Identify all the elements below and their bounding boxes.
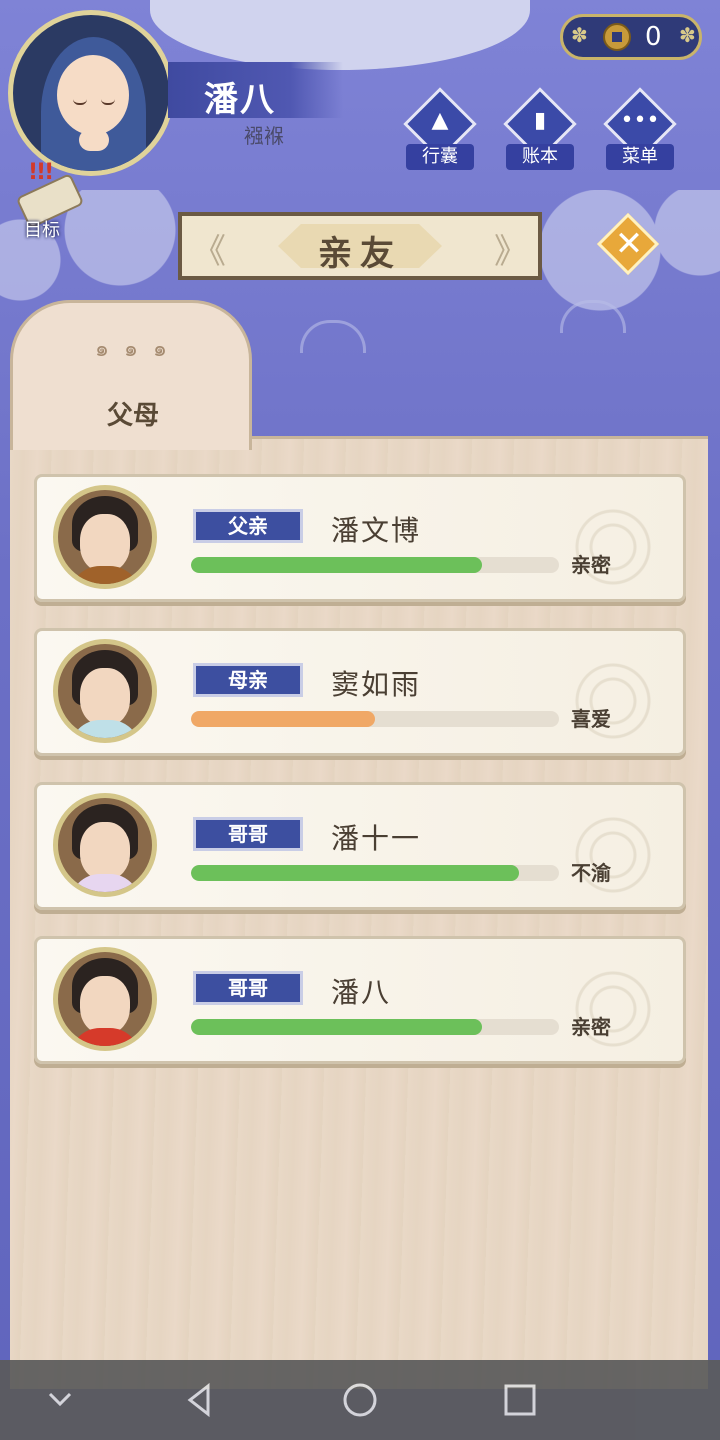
page-title: 亲友 [318, 234, 402, 274]
role-tag: 父亲 [193, 509, 303, 543]
chevron-down-icon[interactable] [40, 1380, 80, 1420]
relation-label: 亲密 [571, 553, 611, 577]
relation-label: 不渝 [571, 861, 611, 885]
goal-label: 目标 [24, 220, 60, 241]
recents-icon[interactable] [500, 1380, 540, 1420]
affinity-fill [191, 711, 375, 727]
coin-value: 0 [645, 22, 662, 52]
bag-button[interactable]: ▲ 行囊 [400, 87, 480, 174]
affinity-bar [191, 557, 559, 573]
bag-icon: ▲ [431, 108, 449, 133]
cloud-ornament-icon: ๑ ๑ ๑ [95, 337, 171, 362]
bamboo-icon: ✽ [679, 23, 696, 47]
coin-icon [603, 23, 631, 51]
bamboo-icon: ✽ [571, 23, 588, 47]
goal-button[interactable]: !!! 目标 [10, 160, 90, 241]
relative-card[interactable]: 父亲 潘文博 亲密 [34, 474, 686, 602]
affinity-bar [191, 711, 559, 727]
ledger-icon: ▮ [533, 108, 547, 133]
ledger-label: 账本 [506, 144, 574, 170]
more-icon: ••• [620, 108, 660, 133]
relative-card[interactable]: 哥哥 潘十一 不渝 [34, 782, 686, 910]
role-tag: 母亲 [193, 663, 303, 697]
relative-name: 窦如雨 [331, 668, 422, 701]
role-tag: 哥哥 [193, 817, 303, 851]
tab-label: 父母 [106, 401, 159, 431]
affinity-bar [191, 1019, 559, 1035]
affinity-fill [191, 557, 482, 573]
portrait-avatar [53, 793, 157, 897]
affinity-bar [191, 865, 559, 881]
title-banner: 《 》 亲友 [178, 212, 542, 280]
currency-display: ✽ 0 ✽ [560, 14, 702, 60]
affinity-fill [191, 865, 519, 881]
player-name: 潘八 [204, 80, 276, 120]
bag-label: 行囊 [406, 144, 474, 170]
alert-icon: !!! [28, 160, 54, 185]
tab-parents[interactable]: ๑ ๑ ๑ 父母 [10, 300, 252, 450]
close-icon: ✕ [614, 224, 644, 264]
relative-name: 潘文博 [331, 514, 422, 547]
home-icon[interactable] [340, 1380, 380, 1420]
affinity-fill [191, 1019, 482, 1035]
player-status: 襁褓 [244, 124, 284, 148]
menu-label: 菜单 [606, 144, 674, 170]
relative-name: 潘十一 [331, 822, 422, 855]
relation-label: 喜爱 [571, 707, 611, 731]
relative-name: 潘八 [331, 976, 392, 1009]
relative-card[interactable]: 哥哥 潘八 亲密 [34, 936, 686, 1064]
player-avatar[interactable] [8, 10, 174, 176]
menu-button[interactable]: ••• 菜单 [600, 87, 680, 174]
relation-label: 亲密 [571, 1015, 611, 1039]
close-button[interactable]: ✕ [594, 210, 664, 280]
relative-card[interactable]: 母亲 窦如雨 喜爱 [34, 628, 686, 756]
role-tag: 哥哥 [193, 971, 303, 1005]
portrait-avatar [53, 485, 157, 589]
portrait-avatar [53, 947, 157, 1051]
back-icon[interactable] [180, 1380, 220, 1420]
portrait-avatar [53, 639, 157, 743]
ledger-button[interactable]: ▮ 账本 [500, 87, 580, 174]
system-navigation-bar [0, 1360, 720, 1440]
